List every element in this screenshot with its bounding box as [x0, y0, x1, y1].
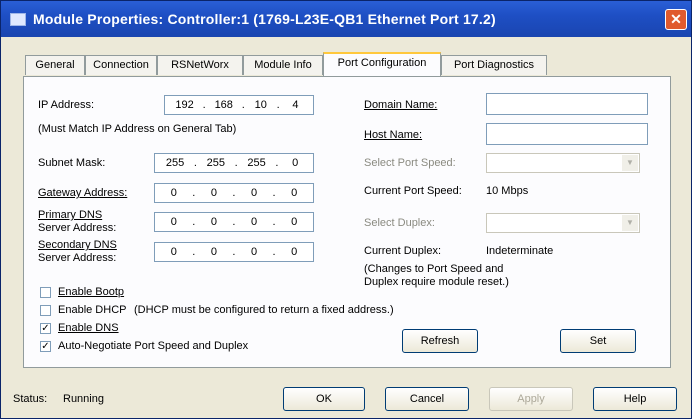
port-speed-select[interactable]: ▼ [486, 153, 640, 173]
change-note-line1: (Changes to Port Speed and [364, 263, 504, 275]
enable-dns-checkbox[interactable]: ✓ [40, 323, 51, 334]
duplex-select[interactable]: ▼ [486, 213, 640, 233]
change-note-line2: Duplex require module reset.) [364, 276, 509, 288]
help-button[interactable]: Help [593, 387, 677, 411]
select-port-speed-label: Select Port Speed: [364, 157, 456, 169]
chevron-down-icon: ▼ [622, 155, 638, 171]
auto-negotiate-checkbox[interactable]: ✓ [40, 341, 51, 352]
status-value: Running [63, 393, 104, 405]
host-name-input[interactable] [486, 123, 648, 145]
gateway-address-label: Gateway Address: [38, 187, 128, 199]
window-icon [10, 13, 26, 26]
enable-bootp-label: Enable Bootp [58, 286, 125, 298]
port-configuration-panel: IP Address: 192. 168. 10. 4 (Must Match IP … [23, 76, 671, 368]
subnet-mask-field[interactable]: 255. 255. 255. 0 [154, 153, 314, 173]
current-port-speed-value: 10 Mbps [486, 185, 529, 197]
status-label: Status: [13, 393, 48, 405]
primary-dns-field[interactable]: 0.0.0.0 [154, 212, 314, 232]
secondary-dns-field[interactable]: 0.0.0.0 [154, 242, 314, 262]
secondary-dns-label-line2: Server Address: [38, 252, 117, 264]
close-button[interactable]: ✕ [665, 9, 687, 30]
ip-address-field[interactable]: 192. 168. 10. 4 [164, 95, 314, 115]
dhcp-note: (DHCP must be configured to return a fix… [134, 304, 394, 316]
current-duplex-value: Indeterminate [486, 245, 554, 257]
tab-port-configuration[interactable]: Port Configuration [323, 52, 441, 76]
tab-port-diagnostics[interactable]: Port Diagnostics [441, 55, 547, 75]
primary-dns-label-line2: Server Address: [38, 222, 117, 234]
tab-general[interactable]: General [25, 55, 85, 75]
ip-address-label: IP Address: [38, 99, 95, 111]
ip-note: (Must Match IP Address on General Tab) [38, 123, 237, 135]
tab-connection[interactable]: Connection [85, 55, 157, 75]
chevron-down-icon: ▼ [622, 215, 638, 231]
domain-name-label: Domain Name: [364, 99, 438, 111]
close-icon: ✕ [670, 11, 682, 27]
enable-dhcp-label: Enable DHCP [58, 304, 127, 316]
window-title: Module Properties: Controller:1 (1769-L2… [33, 11, 496, 27]
auto-negotiate-label: Auto-Negotiate Port Speed and Duplex [58, 340, 249, 352]
enable-dhcp-checkbox[interactable] [40, 305, 51, 316]
refresh-button[interactable]: Refresh [402, 329, 478, 353]
subnet-mask-label: Subnet Mask: [38, 157, 106, 169]
primary-dns-label-line1: Primary DNS [38, 209, 103, 221]
secondary-dns-label-line1: Secondary DNS [38, 239, 117, 251]
enable-bootp-checkbox[interactable] [40, 287, 51, 298]
host-name-label: Host Name: [364, 129, 423, 141]
module-properties-dialog: Module Properties: Controller:1 (1769-L2… [0, 0, 692, 419]
title-bar[interactable]: Module Properties: Controller:1 (1769-L2… [1, 1, 691, 37]
select-duplex-label: Select Duplex: [364, 217, 435, 229]
current-port-speed-label: Current Port Speed: [364, 185, 462, 197]
tab-rsnetworx[interactable]: RSNetWorx [157, 55, 243, 75]
set-button[interactable]: Set [560, 329, 636, 353]
apply-button[interactable]: Apply [489, 387, 573, 411]
ok-button[interactable]: OK [283, 387, 365, 411]
tab-module-info[interactable]: Module Info [243, 55, 323, 75]
cancel-button[interactable]: Cancel [385, 387, 469, 411]
domain-name-input[interactable] [486, 93, 648, 115]
gateway-address-field[interactable]: 0.0.0.0 [154, 183, 314, 203]
enable-dns-label: Enable DNS [58, 322, 119, 334]
current-duplex-label: Current Duplex: [364, 245, 442, 257]
